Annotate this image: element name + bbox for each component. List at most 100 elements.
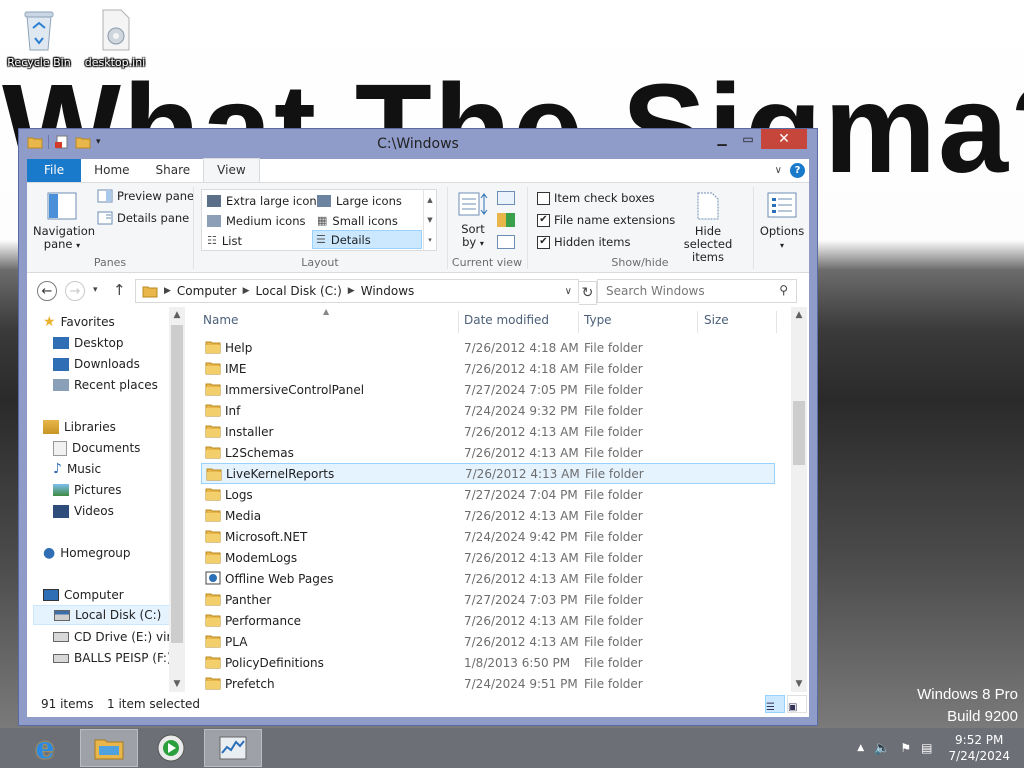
file-row[interactable]: Installer 7/26/2012 4:13 AM File folder: [201, 421, 775, 442]
nav-scroll-thumb[interactable]: [171, 325, 183, 643]
layout-large-icons[interactable]: Large icons: [314, 191, 405, 210]
file-name-extensions-toggle[interactable]: ✔ File name extensions: [537, 213, 675, 227]
column-divider[interactable]: [458, 311, 459, 333]
nav-local-disk[interactable]: Local Disk (C:): [33, 605, 173, 625]
help-icon[interactable]: ?: [790, 163, 805, 178]
tab-file[interactable]: File: [27, 159, 82, 182]
hide-selected-items-button[interactable]: Hide selected items: [671, 191, 745, 264]
column-header-size[interactable]: Size: [704, 313, 729, 327]
large-icons-view-button[interactable]: ▣: [787, 695, 807, 713]
column-header-name[interactable]: Name: [203, 313, 238, 327]
hidden-items-toggle[interactable]: ✔ Hidden items: [537, 235, 630, 249]
file-row[interactable]: Prefetch 7/24/2024 9:51 PM File folder: [201, 673, 775, 694]
title-bar[interactable]: ▾ C:\Windows ▁ ▭ ✕: [19, 129, 817, 159]
options-button[interactable]: Options ▾: [757, 191, 807, 252]
nav-pictures[interactable]: Pictures: [53, 480, 122, 500]
file-row[interactable]: PolicyDefinitions 1/8/2013 6:50 PM File fo…: [201, 652, 775, 673]
file-row[interactable]: ImmersiveControlPanel 7/27/2024 7:05 PM Fi…: [201, 379, 775, 400]
expand-ribbon-icon[interactable]: ∨: [775, 165, 782, 176]
nav-homegroup[interactable]: ● Homegroup: [43, 543, 131, 563]
file-row[interactable]: IME 7/26/2012 4:18 AM File folder: [201, 358, 775, 379]
breadcrumb-chevron-icon[interactable]: ▶: [164, 286, 171, 296]
breadcrumb-chevron-icon[interactable]: ▶: [348, 286, 355, 296]
scroll-down-icon[interactable]: ▼: [169, 676, 185, 692]
nav-computer[interactable]: Computer: [43, 585, 124, 605]
file-row[interactable]: Performance 7/26/2012 4:13 AM File folder: [201, 610, 775, 631]
group-by-icon[interactable]: [497, 191, 515, 205]
column-header-date[interactable]: Date modified: [464, 313, 549, 327]
breadcrumb-computer[interactable]: Computer: [171, 284, 243, 298]
column-header-type[interactable]: Type: [584, 313, 612, 327]
item-check-boxes-toggle[interactable]: Item check boxes: [537, 191, 655, 205]
file-row[interactable]: Panther 7/27/2024 7:03 PM File folder: [201, 589, 775, 610]
nav-music[interactable]: ♪ Music: [53, 459, 101, 479]
sort-by-button[interactable]: Sort by ▾: [455, 191, 491, 250]
hidden-items-checkbox[interactable]: ✔: [537, 235, 550, 249]
refresh-icon[interactable]: ↻: [579, 281, 597, 305]
nav-videos[interactable]: Videos: [53, 501, 114, 521]
close-button[interactable]: ✕: [761, 129, 807, 149]
file-row[interactable]: L2Schemas 7/26/2012 4:13 AM File folder: [201, 442, 775, 463]
tab-home[interactable]: Home: [81, 159, 142, 182]
nav-usb-drive[interactable]: BALLS PEISP (F:): [53, 648, 172, 668]
file-row[interactable]: Help 7/26/2012 4:18 AM File folder: [201, 337, 775, 358]
scroll-up-icon[interactable]: ▲: [169, 307, 185, 323]
file-row[interactable]: Logs 7/27/2024 7:04 PM File folder: [201, 484, 775, 505]
column-divider[interactable]: [578, 311, 579, 333]
minimize-button[interactable]: ▁: [709, 129, 735, 149]
layout-small-icons[interactable]: ▦ Small icons: [314, 211, 401, 230]
back-button[interactable]: ←: [37, 281, 57, 301]
layout-details[interactable]: ☰ Details: [312, 230, 422, 249]
breadcrumb-local-disk[interactable]: Local Disk (C:): [250, 284, 348, 298]
item-check-boxes-checkbox[interactable]: [537, 191, 550, 205]
nav-desktop[interactable]: Desktop: [53, 333, 124, 353]
layout-list[interactable]: ☷ List: [204, 231, 245, 250]
up-arrow-icon[interactable]: ↑: [113, 281, 126, 299]
volume-muted-icon[interactable]: 🔈: [874, 741, 890, 756]
recent-locations-icon[interactable]: ▾: [93, 285, 98, 295]
media-player-taskbar-button[interactable]: [142, 729, 200, 767]
layout-medium-icons[interactable]: Medium icons: [204, 211, 308, 230]
address-dropdown-icon[interactable]: ∨: [565, 286, 572, 297]
breadcrumb-chevron-icon[interactable]: ▶: [243, 286, 250, 296]
desktop-ini-desktop-icon[interactable]: desktop.ini: [80, 8, 150, 69]
action-center-icon[interactable]: ⚑: [900, 741, 911, 755]
maximize-button[interactable]: ▭: [735, 129, 761, 149]
nav-cd-drive[interactable]: CD Drive (E:) virti: [53, 627, 179, 647]
file-list-scrollbar[interactable]: ▲ ▼: [791, 307, 807, 692]
breadcrumb-windows[interactable]: Windows: [355, 284, 421, 298]
file-row[interactable]: Media 7/26/2012 4:13 AM File folder: [201, 505, 775, 526]
address-bar[interactable]: ▶ Computer ▶ Local Disk (C:) ▶ Windows ∨: [135, 279, 579, 303]
file-row[interactable]: Inf 7/24/2024 9:32 PM File folder: [201, 400, 775, 421]
column-divider[interactable]: [697, 311, 698, 333]
tab-view[interactable]: View: [203, 158, 260, 182]
layout-extra-large-icons[interactable]: Extra large icons: [204, 191, 326, 210]
file-row[interactable]: PLA 7/26/2012 4:13 AM File folder: [201, 631, 775, 652]
size-columns-icon[interactable]: [497, 235, 515, 249]
file-row[interactable]: LiveKernelReports 7/26/2012 4:13 AM File f…: [201, 463, 775, 484]
show-hidden-icons-icon[interactable]: ▲: [857, 743, 864, 753]
nav-favorites[interactable]: ★ Favorites: [43, 312, 115, 332]
nav-scrollbar[interactable]: ▲ ▼: [169, 307, 185, 692]
file-row[interactable]: Offline Web Pages 7/26/2012 4:13 AM File f…: [201, 568, 775, 589]
forward-button[interactable]: →: [65, 281, 85, 301]
tab-share[interactable]: Share: [143, 159, 204, 182]
search-input[interactable]: Search Windows ⚲: [597, 279, 797, 303]
clock[interactable]: 9:52 PM 7/24/2024: [948, 732, 1010, 764]
file-explorer-taskbar-button[interactable]: [80, 729, 138, 767]
recycle-bin-desktop-icon[interactable]: Recycle Bin: [4, 8, 74, 69]
network-error-icon[interactable]: ▤: [921, 741, 932, 755]
internet-explorer-taskbar-button[interactable]: e: [16, 729, 74, 767]
file-row[interactable]: Microsoft.NET 7/24/2024 9:42 PM File folde…: [201, 526, 775, 547]
task-manager-taskbar-button[interactable]: [204, 729, 262, 767]
file-list-scroll-thumb[interactable]: [793, 401, 805, 465]
nav-libraries[interactable]: Libraries: [43, 417, 116, 437]
details-view-button[interactable]: ☰: [765, 695, 785, 713]
nav-downloads[interactable]: Downloads: [53, 354, 140, 374]
layout-gallery-scroll[interactable]: ▲ ▼ ▾: [423, 190, 436, 250]
nav-recent-places[interactable]: Recent places: [53, 375, 158, 395]
file-name-extensions-checkbox[interactable]: ✔: [537, 213, 550, 227]
nav-documents[interactable]: Documents: [53, 438, 140, 458]
file-row[interactable]: ModemLogs 7/26/2012 4:13 AM File folder: [201, 547, 775, 568]
add-columns-icon[interactable]: [497, 213, 515, 227]
